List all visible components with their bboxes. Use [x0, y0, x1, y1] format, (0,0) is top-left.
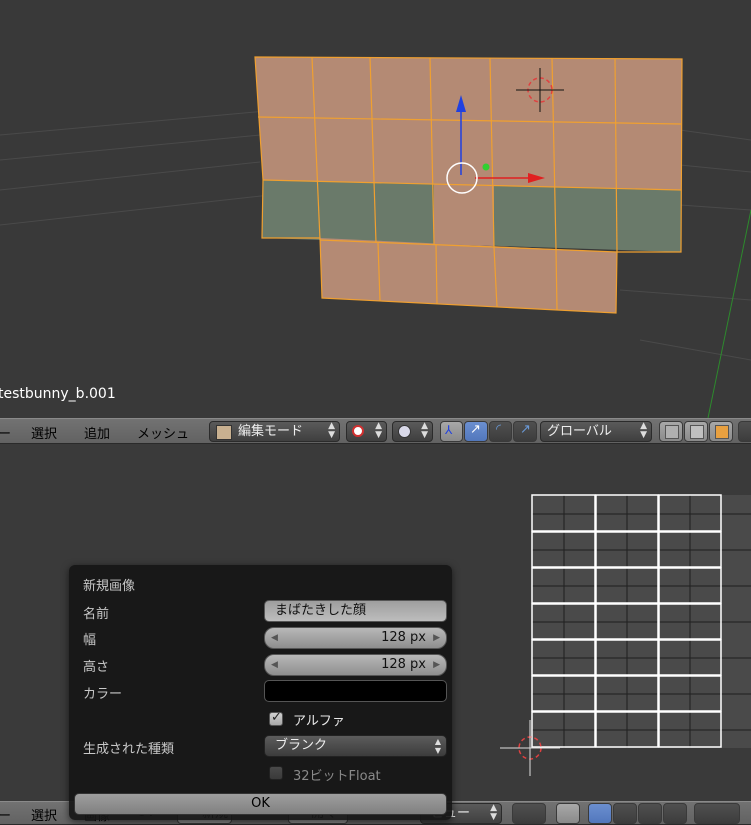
mode-label: 編集モード	[238, 424, 304, 439]
orientation-label: グローバル	[547, 424, 612, 439]
menu-view[interactable]: ー	[0, 423, 11, 442]
menu-select[interactable]: 選択	[31, 805, 57, 824]
3d-viewport[interactable]: testbunny_b.001	[0, 0, 751, 418]
updown-icon: ▲ ▼	[434, 737, 441, 755]
alpha-checkbox[interactable]	[269, 710, 283, 726]
ok-button[interactable]: OK	[74, 793, 447, 815]
pivot-icon	[352, 425, 364, 437]
generated-type-value: ブランク	[275, 738, 328, 753]
translate-button[interactable]: ↗	[464, 421, 488, 442]
color-label: カラー	[83, 687, 123, 702]
new-image-dialog: 新規画像 名前 まばたきした顔 幅 ◀ 128 px ▶ 高さ ◀ 128 px…	[69, 565, 452, 820]
rotate-button[interactable]: ◜	[489, 421, 512, 442]
height-field[interactable]: ◀ 128 px ▶	[264, 654, 447, 676]
color-swatch[interactable]	[264, 680, 447, 702]
scale-button[interactable]: ↗	[513, 421, 537, 442]
updown-icon: ▲ ▼	[328, 421, 335, 440]
limit-selection-button[interactable]	[738, 421, 751, 442]
menu-view[interactable]: ー	[0, 805, 11, 824]
uv-edge-select-button[interactable]	[613, 803, 637, 824]
sticky-select-button[interactable]	[694, 803, 740, 824]
menu-mesh[interactable]: メッシュ	[137, 423, 189, 442]
increment-icon[interactable]: ▶	[433, 628, 440, 648]
pivot-select[interactable]: ▲ ▼	[346, 421, 387, 442]
decrement-icon[interactable]: ◀	[271, 628, 278, 648]
float-label: 32ビットFloat	[293, 769, 381, 784]
uv-island-select-button[interactable]	[663, 803, 687, 824]
name-field[interactable]: まばたきした顔	[264, 600, 447, 622]
mode-select[interactable]: 編集モード ▲ ▼	[209, 421, 340, 442]
y-handle-icon	[482, 163, 490, 171]
axes-icon: ⅄	[445, 423, 453, 437]
updown-icon: ▲ ▼	[421, 421, 428, 440]
arrow-icon: ↗	[470, 422, 481, 437]
cube-icon	[690, 425, 704, 439]
dialog-title: 新規画像	[83, 579, 136, 594]
uv-vertex-select-button[interactable]	[588, 803, 612, 824]
edit-mode-icon	[216, 425, 232, 440]
sync-selection-button[interactable]	[556, 803, 580, 824]
rotate-icon: ◜	[496, 422, 502, 437]
viewport-canvas[interactable]	[0, 0, 751, 418]
menu-add[interactable]: 追加	[84, 423, 110, 442]
updown-icon: ▲ ▼	[375, 421, 382, 440]
face-select-button[interactable]	[709, 421, 733, 442]
float-checkbox[interactable]	[269, 766, 283, 780]
object-name-label: testbunny_b.001	[0, 386, 116, 402]
alpha-label: アルファ	[293, 714, 345, 729]
updown-icon: ▲ ▼	[490, 803, 497, 822]
3d-view-header: ー 選択 追加 メッシュ 編集モード ▲ ▼ ▲ ▼ ▲ ▼ ⅄ ↗ ◜ ↗ グローバ…	[0, 418, 751, 444]
cube-icon	[665, 425, 679, 439]
width-label: 幅	[83, 633, 97, 648]
decrement-icon[interactable]: ◀	[271, 655, 278, 675]
generated-type-label: 生成された種類	[83, 742, 175, 757]
shading-select[interactable]: ▲ ▼	[392, 421, 433, 442]
updown-icon: ▲ ▼	[640, 421, 647, 440]
generated-type-select[interactable]: ブランク ▲ ▼	[264, 735, 447, 757]
increment-icon[interactable]: ▶	[433, 655, 440, 675]
scale-icon: ↗	[520, 422, 531, 437]
orientation-select[interactable]: グローバル ▲ ▼	[540, 421, 652, 442]
menu-select[interactable]: 選択	[31, 423, 57, 442]
pivot-button[interactable]	[512, 803, 546, 824]
edge-select-button[interactable]	[684, 421, 708, 442]
manipulator-toggle[interactable]: ⅄	[440, 421, 463, 442]
mesh-object[interactable]	[254, 56, 683, 314]
height-value: 128 px	[381, 657, 426, 672]
sphere-icon	[398, 425, 411, 438]
vertex-select-button[interactable]	[659, 421, 683, 442]
y-axis-line	[707, 209, 751, 418]
name-label: 名前	[83, 607, 110, 622]
height-label: 高さ	[83, 660, 110, 675]
width-value: 128 px	[381, 630, 426, 645]
mesh-face-bottom	[320, 238, 617, 313]
width-field[interactable]: ◀ 128 px ▶	[264, 627, 447, 649]
uv-face-select-button[interactable]	[638, 803, 662, 824]
cube-icon	[715, 425, 729, 439]
